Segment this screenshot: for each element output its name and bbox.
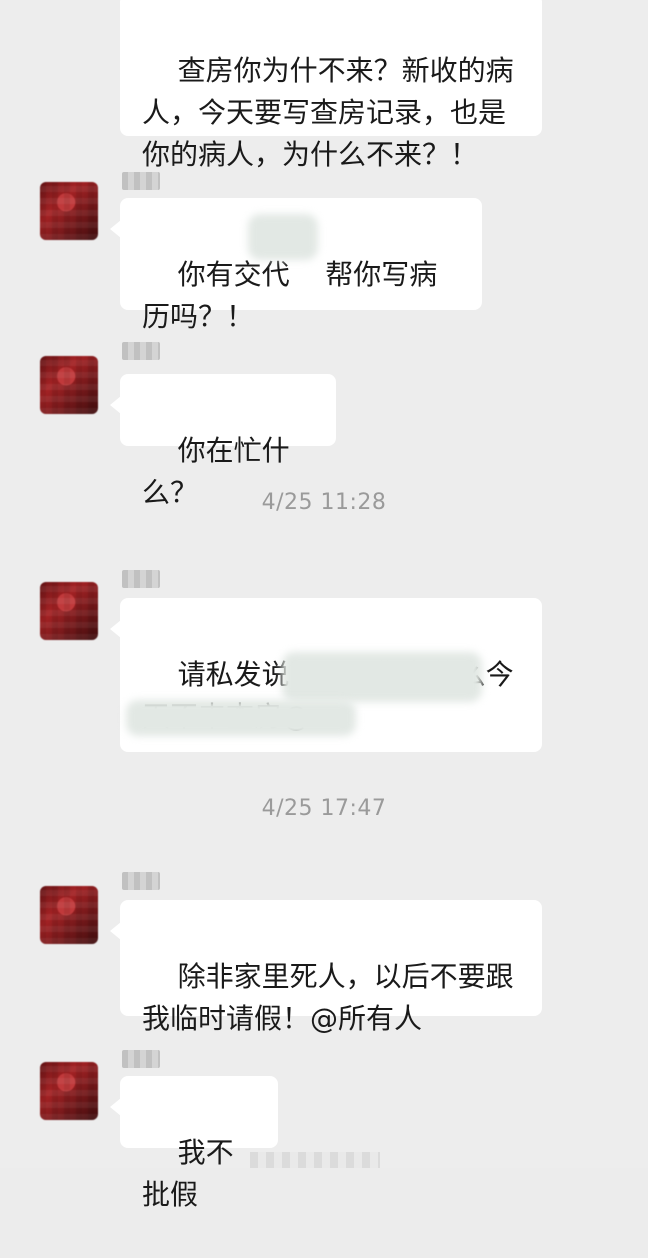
- avatar[interactable]: [40, 1062, 98, 1120]
- message-text: 查房你为什不来？新收的病人，今天要写查房记录，也是你的病人，为什么不来？！: [142, 54, 514, 171]
- redaction-blur: [248, 214, 318, 260]
- avatar[interactable]: [40, 182, 98, 240]
- redaction-blur: [126, 700, 356, 736]
- avatar[interactable]: [40, 582, 98, 640]
- timestamp: 4/25 11:28: [261, 490, 387, 515]
- timestamp: 4/25 17:47: [261, 796, 387, 821]
- watermark-strip: [250, 1152, 380, 1168]
- avatar[interactable]: [40, 886, 98, 944]
- avatar[interactable]: [40, 356, 98, 414]
- sender-name-redacted: [122, 570, 160, 588]
- message-bubble[interactable]: 我不批假: [110, 1076, 278, 1211]
- message-text: 你有交代 帮你写病历吗？！: [142, 258, 438, 333]
- sender-name-redacted: [122, 1050, 160, 1068]
- message-bubble[interactable]: 查房你为什不来？新收的病人，今天要写查房记录，也是你的病人，为什么不来？！: [120, 0, 542, 171]
- message-bubble[interactable]: 除非家里死人，以后不要跟我临时请假！@所有人: [110, 900, 542, 1035]
- redaction-blur: [282, 652, 482, 702]
- message-bubble[interactable]: 你在忙什么？: [110, 374, 336, 509]
- sender-name-redacted: [122, 872, 160, 890]
- sender-name-redacted: [122, 342, 160, 360]
- sender-name-redacted: [122, 172, 160, 190]
- message-text: 我不批假: [142, 1136, 234, 1211]
- message-text: 除非家里死人，以后不要跟我临时请假！@所有人: [142, 960, 514, 1035]
- chat-area: 查房你为什不来？新收的病人，今天要写查房记录，也是你的病人，为什么不来？！ 你有…: [0, 0, 648, 1211]
